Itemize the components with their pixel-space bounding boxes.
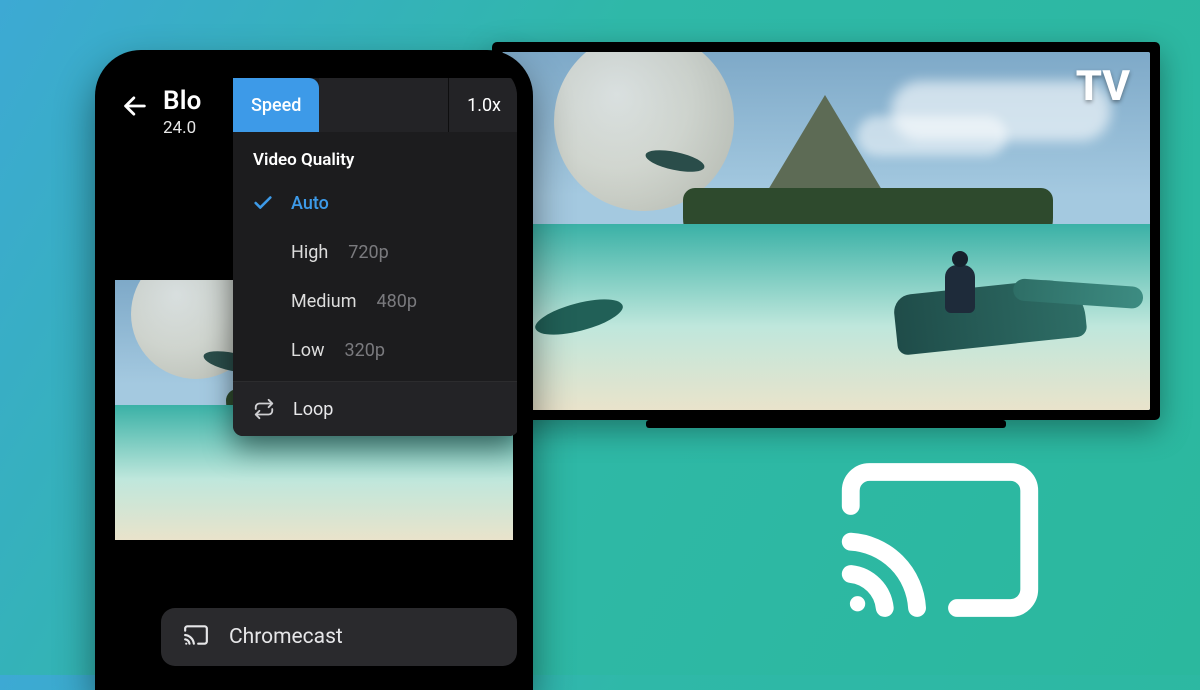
tv-badge: TV xyxy=(1076,62,1130,111)
chromecast-label: Chromecast xyxy=(229,625,343,649)
quality-option-medium[interactable]: Medium 480p xyxy=(233,277,517,326)
quality-resolution: 320p xyxy=(345,340,385,361)
quality-option-auto[interactable]: Auto xyxy=(233,178,517,228)
cast-hero-icon xyxy=(830,455,1050,625)
quality-label: Medium xyxy=(291,291,357,312)
back-arrow-icon[interactable] xyxy=(121,92,149,120)
quality-label: Auto xyxy=(291,193,329,214)
chromecast-button[interactable]: Chromecast xyxy=(161,608,517,666)
phone-screen: Blo 24.0 Speed 1.0x xyxy=(111,66,517,674)
tv-frame: TV xyxy=(492,42,1160,420)
quality-option-high[interactable]: High 720p xyxy=(233,228,517,277)
speed-value: 1.0x xyxy=(467,95,501,116)
check-icon xyxy=(251,192,275,214)
speed-label: Speed xyxy=(251,95,301,116)
loop-icon xyxy=(253,398,275,420)
quality-option-low[interactable]: Low 320p xyxy=(233,326,517,375)
video-quality-header: Video Quality xyxy=(233,132,517,178)
quality-label: Low xyxy=(291,340,325,361)
speed-row: Speed 1.0x xyxy=(233,78,517,132)
playback-settings-panel: Speed 1.0x Video Quality Auto High 720p xyxy=(233,78,517,436)
quality-resolution: 480p xyxy=(377,291,417,312)
cast-icon xyxy=(183,622,209,652)
speed-button[interactable]: Speed xyxy=(233,78,319,132)
tv-stand xyxy=(646,420,1006,428)
loop-toggle[interactable]: Loop xyxy=(233,382,517,436)
speed-value-button[interactable]: 1.0x xyxy=(448,78,517,132)
quality-label: High xyxy=(291,242,328,263)
video-title: Blo xyxy=(163,86,202,116)
loop-label: Loop xyxy=(293,399,333,420)
video-subtitle: 24.0 xyxy=(163,118,202,138)
phone-frame: Blo 24.0 Speed 1.0x xyxy=(95,50,533,690)
tv-screen: TV xyxy=(502,52,1150,410)
quality-resolution: 720p xyxy=(348,242,388,263)
